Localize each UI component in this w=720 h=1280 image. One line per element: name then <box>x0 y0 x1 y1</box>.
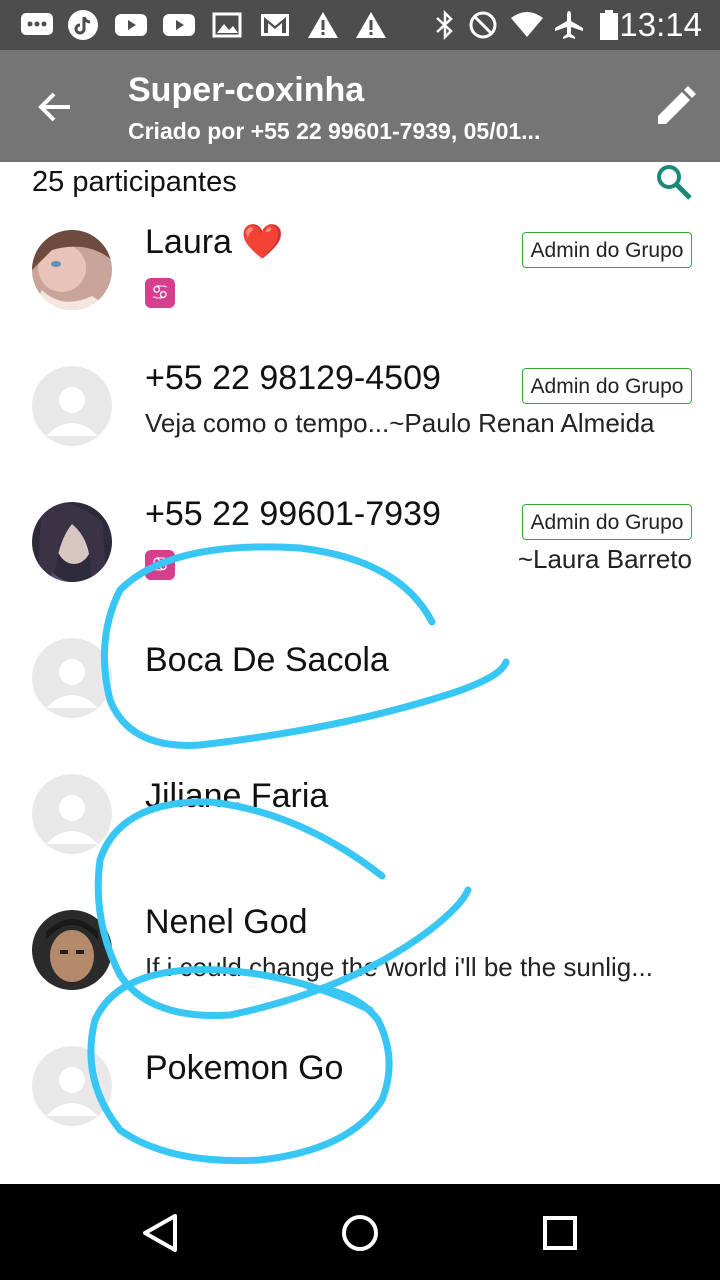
gallery-icon <box>210 9 244 41</box>
navigation-bar <box>0 1184 720 1280</box>
back-button[interactable] <box>30 84 80 130</box>
cancer-sign-icon: ♋ <box>145 550 175 580</box>
do-not-disturb-icon <box>466 9 500 41</box>
search-icon <box>657 165 692 200</box>
participant-name: +55 22 98129-4509 <box>145 359 441 397</box>
avatar <box>32 502 112 582</box>
avatar <box>32 910 112 990</box>
participant-name: Boca De Sacola <box>145 641 389 679</box>
gmail-icon <box>258 9 292 41</box>
default-avatar-icon <box>32 638 112 718</box>
bluetooth-icon <box>428 9 462 41</box>
triangle-back-icon <box>143 1214 177 1252</box>
pencil-icon <box>658 86 696 124</box>
participant-count: 25 participantes <box>32 166 237 198</box>
cancer-sign-icon: ♋ <box>145 278 175 308</box>
nav-recents-button[interactable] <box>535 1208 585 1258</box>
default-avatar-icon <box>32 1046 112 1126</box>
default-avatar-icon <box>32 366 112 446</box>
status-bar: 13:14 <box>0 0 720 50</box>
participant-status: Veja como o tempo...~Paulo Renan Almeida <box>145 408 655 438</box>
search-button[interactable] <box>654 162 694 202</box>
participant-name: Laura ❤️ <box>145 223 284 261</box>
app-bar: Super-coxinha Criado por +55 22 99601-79… <box>0 50 720 162</box>
clock: 13:14 <box>619 6 702 43</box>
admin-badge: Admin do Grupo <box>522 232 692 268</box>
participant-pushname: ~Laura Barreto <box>517 544 692 574</box>
participant-status: If i could change the world i'll be the … <box>145 952 653 982</box>
warning-icon <box>306 9 340 41</box>
warning-icon <box>354 9 388 41</box>
participant-name: Pokemon Go <box>145 1049 344 1087</box>
participant-row[interactable]: +55 22 98129-4509 Veja como o tempo...~P… <box>0 352 720 488</box>
participant-row[interactable]: Laura ❤️ ♋ Admin do Grupo <box>0 216 720 352</box>
nav-home-button[interactable] <box>335 1208 385 1258</box>
admin-badge: Admin do Grupo <box>522 368 692 404</box>
tiktok-icon <box>66 9 100 41</box>
arrow-back-icon <box>38 92 70 122</box>
square-recents-icon <box>543 1216 577 1250</box>
participant-name: +55 22 99601-7939 <box>145 495 441 533</box>
participant-name: Jiliane Faria <box>145 777 329 815</box>
participant-name: Nenel God <box>145 903 308 941</box>
admin-badge: Admin do Grupo <box>522 504 692 540</box>
participant-row[interactable]: Boca De Sacola <box>0 624 720 760</box>
wifi-icon <box>510 9 544 41</box>
participant-row[interactable]: Jiliane Faria <box>0 760 720 896</box>
youtube-icon <box>114 9 148 41</box>
airplane-icon <box>552 9 586 41</box>
edit-button[interactable] <box>652 84 698 130</box>
group-subtitle: Criado por +55 22 99601-7939, 05/01... <box>128 118 541 144</box>
group-title: Super-coxinha <box>128 71 365 109</box>
default-avatar-icon <box>32 774 112 854</box>
nav-back-button[interactable] <box>135 1208 185 1258</box>
youtube-icon <box>162 9 196 41</box>
circle-home-icon <box>342 1215 378 1251</box>
message-icon <box>20 9 54 41</box>
participant-row[interactable]: +55 22 99601-7939 ♋ ~Laura Barreto Admin… <box>0 488 720 624</box>
participant-row[interactable]: Nenel God If i could change the world i'… <box>0 896 720 1032</box>
participant-row[interactable]: Pokemon Go <box>0 1032 720 1168</box>
avatar <box>32 230 112 310</box>
